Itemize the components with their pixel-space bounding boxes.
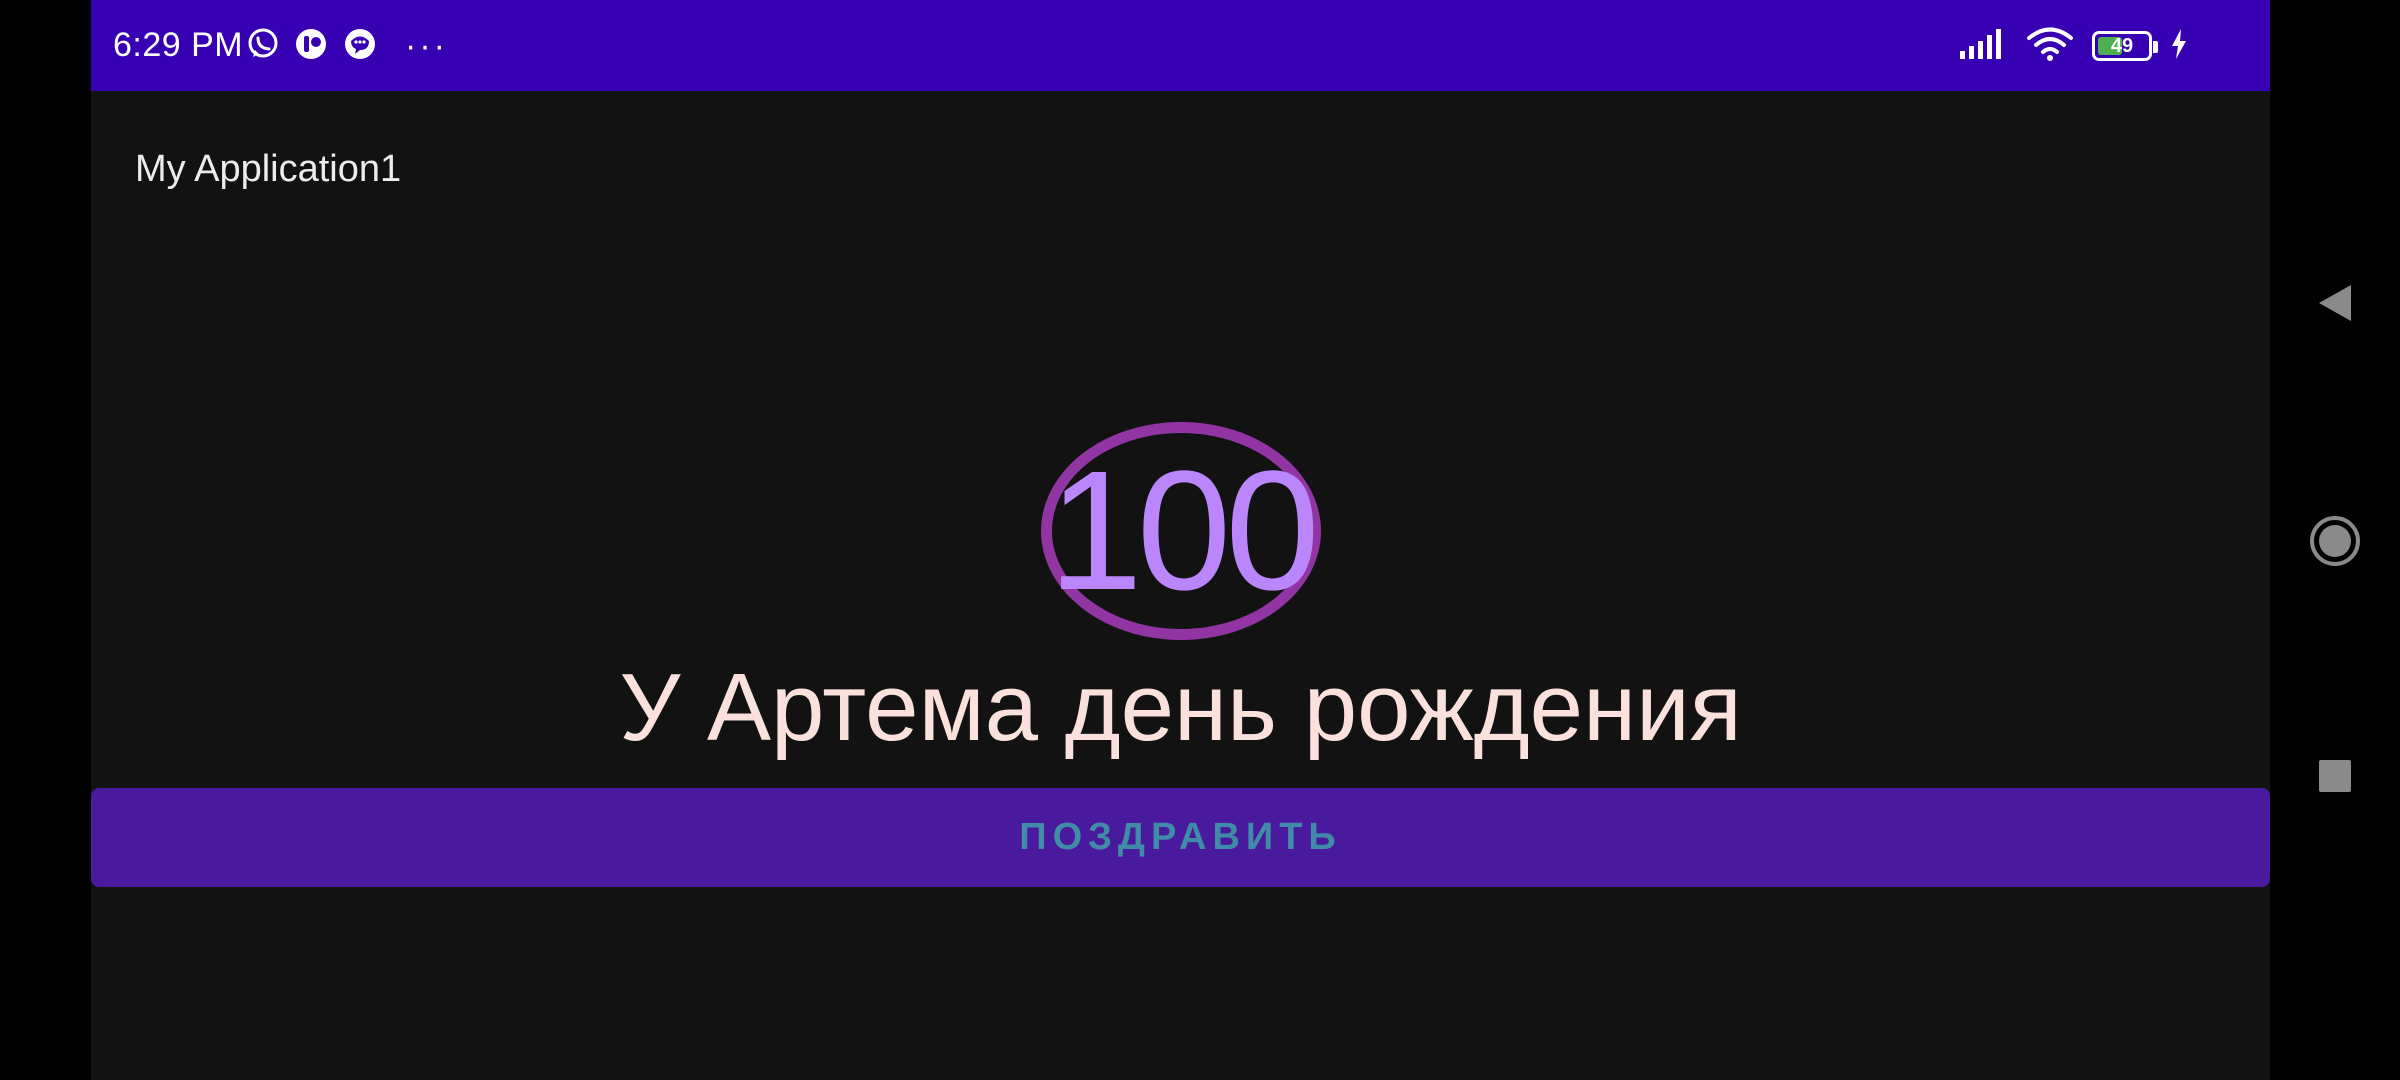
notification-icons: ··· (245, 26, 448, 66)
whatsapp-icon (245, 26, 281, 67)
birthday-message: У Артема день рождения (619, 654, 1742, 761)
status-time: 6:29 PM (113, 26, 244, 64)
back-icon[interactable] (2270, 258, 2400, 348)
wifi-icon (2026, 27, 2074, 66)
app-notification-icon (293, 26, 329, 67)
congratulate-button[interactable]: ПОЗДРАВИТЬ (91, 788, 2270, 887)
status-bar: 6:29 PM ··· 49 (91, 0, 2270, 91)
signal-icon (1960, 28, 2008, 64)
battery-icon: 49 (2092, 31, 2158, 61)
more-notifications-icon: ··· (405, 27, 448, 65)
navigation-bar (2270, 0, 2400, 1080)
battery-cap (2153, 41, 2158, 53)
recents-icon[interactable] (2270, 731, 2400, 821)
counter-badge: 100 (1041, 422, 1321, 640)
charging-icon (2170, 28, 2188, 64)
app-screen: 6:29 PM ··· 49 My Application1 100 У Арт… (91, 0, 2270, 1080)
battery-percentage: 49 (2110, 34, 2134, 57)
home-icon[interactable] (2270, 496, 2400, 586)
chat-notification-icon (341, 26, 379, 67)
system-icons: 49 (1960, 26, 2188, 66)
app-title: My Application1 (135, 148, 402, 190)
counter-value: 100 (1048, 436, 1320, 626)
